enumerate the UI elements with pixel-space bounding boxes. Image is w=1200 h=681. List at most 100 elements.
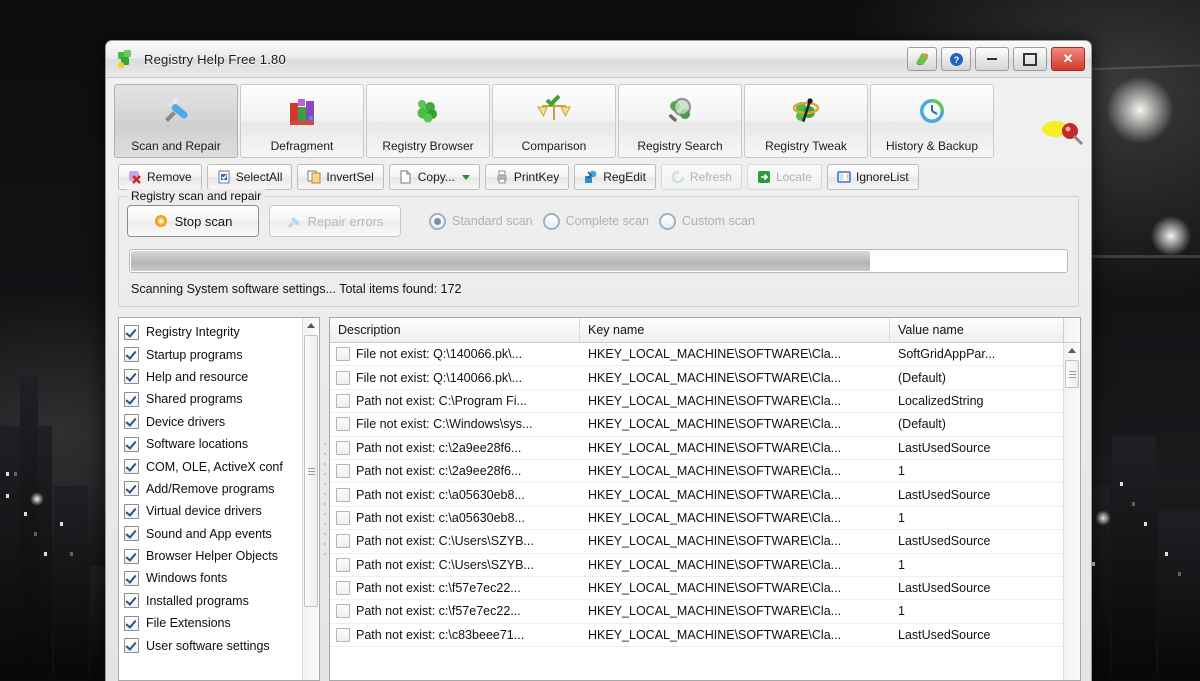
- table-row[interactable]: File not exist: Q:\140066.pk\...HKEY_LOC…: [330, 343, 1063, 366]
- list-item[interactable]: COM, OLE, ActiveX conf: [124, 455, 302, 477]
- row-checkbox[interactable]: [336, 604, 350, 618]
- table-row[interactable]: Path not exist: c:\a05630eb8...HKEY_LOCA…: [330, 483, 1063, 506]
- toolbar-comparison[interactable]: Comparison: [492, 84, 616, 158]
- checkbox[interactable]: [124, 437, 139, 452]
- remove-button[interactable]: Remove: [118, 164, 202, 190]
- toolbar-scan-and-repair[interactable]: Scan and Repair: [114, 84, 238, 158]
- list-item[interactable]: Browser Helper Objects: [124, 545, 302, 567]
- printkey-button[interactable]: PrintKey: [485, 164, 569, 190]
- list-item[interactable]: Windows fonts: [124, 567, 302, 589]
- results-grid[interactable]: Description Key name Value name File not…: [329, 317, 1081, 681]
- row-checkbox[interactable]: [336, 394, 350, 408]
- scan-controls-row: Stop scan Repair errors Standard scan Co…: [127, 205, 1070, 237]
- list-item[interactable]: File Extensions: [124, 612, 302, 634]
- checkbox[interactable]: [124, 392, 139, 407]
- list-item[interactable]: Device drivers: [124, 411, 302, 433]
- column-header-description[interactable]: Description: [330, 318, 580, 342]
- table-row[interactable]: Path not exist: c:\c83beee71...HKEY_LOCA…: [330, 624, 1063, 647]
- pushpin-icon[interactable]: [1041, 116, 1085, 150]
- table-row[interactable]: File not exist: C:\Windows\sys...HKEY_LO…: [330, 413, 1063, 436]
- list-item[interactable]: Startup programs: [124, 343, 302, 365]
- close-button[interactable]: ✕: [1051, 47, 1085, 71]
- split-handle[interactable]: [320, 317, 329, 681]
- remove-icon: [128, 170, 142, 184]
- list-item[interactable]: Shared programs: [124, 388, 302, 410]
- stop-scan-button[interactable]: Stop scan: [127, 205, 259, 237]
- minimize-button[interactable]: [975, 47, 1009, 71]
- list-item[interactable]: Sound and App events: [124, 523, 302, 545]
- list-item[interactable]: Software locations: [124, 433, 302, 455]
- copy-button[interactable]: Copy...: [389, 164, 480, 190]
- checkbox[interactable]: [124, 481, 139, 496]
- maximize-button[interactable]: [1013, 47, 1047, 71]
- table-row[interactable]: Path not exist: c:\2a9ee28f6...HKEY_LOCA…: [330, 437, 1063, 460]
- categories-scrollbar[interactable]: [302, 318, 319, 680]
- list-item-label: Installed programs: [146, 594, 249, 608]
- invertsel-button[interactable]: InvertSel: [297, 164, 383, 190]
- radio-label: Complete scan: [566, 214, 649, 228]
- checkbox[interactable]: [124, 526, 139, 541]
- toolbar-history-backup[interactable]: History & Backup: [870, 84, 994, 158]
- row-checkbox[interactable]: [336, 488, 350, 502]
- table-row[interactable]: Path not exist: c:\a05630eb8...HKEY_LOCA…: [330, 507, 1063, 530]
- scrollbar-thumb[interactable]: [1065, 360, 1079, 388]
- row-checkbox[interactable]: [336, 581, 350, 595]
- toolbar-registry-browser[interactable]: Registry Browser: [366, 84, 490, 158]
- checkbox[interactable]: [124, 414, 139, 429]
- row-checkbox[interactable]: [336, 534, 350, 548]
- toolbar-defragment[interactable]: Defragment: [240, 84, 364, 158]
- row-checkbox[interactable]: [336, 441, 350, 455]
- row-checkbox[interactable]: [336, 347, 350, 361]
- checkbox[interactable]: [124, 504, 139, 519]
- row-checkbox[interactable]: [336, 511, 350, 525]
- checkbox[interactable]: [124, 549, 139, 564]
- row-checkbox[interactable]: [336, 417, 350, 431]
- checkbox[interactable]: [124, 347, 139, 362]
- toolbar-registry-search[interactable]: Registry Search: [618, 84, 742, 158]
- table-row[interactable]: Path not exist: C:\Program Fi...HKEY_LOC…: [330, 390, 1063, 413]
- list-item[interactable]: Registry Integrity: [124, 321, 302, 343]
- results-scrollbar[interactable]: [1063, 343, 1080, 680]
- chevron-down-icon[interactable]: [462, 175, 470, 180]
- checkbox[interactable]: [124, 616, 139, 631]
- row-checkbox[interactable]: [336, 371, 350, 385]
- table-row[interactable]: Path not exist: C:\Users\SZYB...HKEY_LOC…: [330, 530, 1063, 553]
- checkbox[interactable]: [124, 571, 139, 586]
- list-item[interactable]: Help and resource: [124, 366, 302, 388]
- skin-button[interactable]: [907, 47, 937, 71]
- checkbox[interactable]: [124, 369, 139, 384]
- checkbox[interactable]: [124, 638, 139, 653]
- button-label: SelectAll: [236, 170, 283, 184]
- ignorelist-button[interactable]: ! IgnoreList: [827, 164, 919, 190]
- radio-complete-scan[interactable]: Complete scan: [543, 213, 649, 230]
- selectall-button[interactable]: SelectAll: [207, 164, 293, 190]
- checkbox[interactable]: [124, 459, 139, 474]
- table-row[interactable]: Path not exist: c:\2a9ee28f6...HKEY_LOCA…: [330, 460, 1063, 483]
- categories-items: Registry Integrity Startup programs Help…: [119, 318, 302, 680]
- checkbox[interactable]: [124, 593, 139, 608]
- radio-custom-scan[interactable]: Custom scan: [659, 213, 755, 230]
- list-item[interactable]: Virtual device drivers: [124, 500, 302, 522]
- help-button[interactable]: ?: [941, 47, 971, 71]
- row-checkbox[interactable]: [336, 628, 350, 642]
- table-row[interactable]: Path not exist: C:\Users\SZYB...HKEY_LOC…: [330, 554, 1063, 577]
- table-row[interactable]: Path not exist: c:\f57e7ec22...HKEY_LOCA…: [330, 600, 1063, 623]
- radio-standard-scan[interactable]: Standard scan: [429, 213, 533, 230]
- list-item[interactable]: Add/Remove programs: [124, 478, 302, 500]
- checkbox[interactable]: [124, 325, 139, 340]
- table-row[interactable]: Path not exist: c:\f57e7ec22...HKEY_LOCA…: [330, 577, 1063, 600]
- categories-list[interactable]: Registry Integrity Startup programs Help…: [118, 317, 320, 681]
- scroll-up-arrow[interactable]: [1064, 343, 1080, 358]
- column-header-value-name[interactable]: Value name: [890, 318, 1063, 342]
- row-checkbox[interactable]: [336, 464, 350, 478]
- toolbar-registry-tweak[interactable]: Registry Tweak: [744, 84, 868, 158]
- table-row[interactable]: File not exist: Q:\140066.pk\...HKEY_LOC…: [330, 366, 1063, 389]
- regedit-button[interactable]: RegEdit: [574, 164, 656, 190]
- list-item[interactable]: User software settings: [124, 634, 302, 656]
- cell-description: Path not exist: c:\f57e7ec22...: [356, 581, 521, 595]
- list-item[interactable]: Installed programs: [124, 590, 302, 612]
- row-checkbox[interactable]: [336, 558, 350, 572]
- scrollbar-thumb[interactable]: [304, 335, 318, 607]
- scroll-up-arrow[interactable]: [303, 318, 319, 333]
- column-header-key-name[interactable]: Key name: [580, 318, 890, 342]
